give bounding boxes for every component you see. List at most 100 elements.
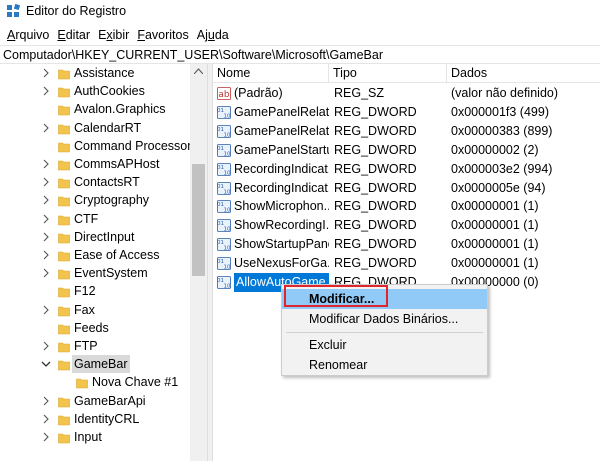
tree-node[interactable]: CalendarRT <box>0 119 190 137</box>
value-data-cell: 0x000001f3 (499) <box>451 104 549 119</box>
tree-node-label: ContactsRT <box>74 175 140 190</box>
chevron-right-icon[interactable] <box>41 428 51 446</box>
value-row[interactable]: ab (Padrão) REG_SZ (valor não definido) <box>213 84 600 103</box>
column-header-data[interactable]: Dados <box>447 64 600 83</box>
value-name: ShowMicrophon... <box>234 199 329 214</box>
tree-node-label: Command Processor <box>74 138 192 153</box>
binary-value-icon: 01 10 <box>217 276 231 290</box>
folder-icon <box>58 67 70 80</box>
tree-node[interactable]: ContactsRT <box>0 173 190 191</box>
tree-node[interactable]: Ease of Access <box>0 246 190 264</box>
tree-node[interactable]: Command Processor <box>0 137 192 155</box>
value-type-cell: REG_SZ <box>334 86 385 100</box>
tree-node[interactable]: CTF <box>0 210 190 228</box>
value-name: ShowStartupPanel <box>234 237 329 252</box>
value-name-cell: 01 10 ShowRecordingI... <box>215 216 329 235</box>
tree-node-label: GameBarApi <box>74 393 146 408</box>
tree-node[interactable]: Assistance <box>0 64 190 82</box>
context-menu-item[interactable]: Renomear <box>282 355 487 375</box>
value-data-cell: 0x00000001 (1) <box>451 256 539 271</box>
folder-icon <box>58 213 70 225</box>
chevron-right-icon[interactable] <box>41 392 51 410</box>
chevron-right-icon[interactable] <box>41 337 51 355</box>
tree-node[interactable]: Fax <box>0 301 190 319</box>
tree-node[interactable]: DirectInput <box>0 228 190 246</box>
chevron-right-icon[interactable] <box>41 228 51 246</box>
tree-node[interactable]: EventSystem <box>0 264 190 282</box>
value-row[interactable]: 01 10 RecordingIndicat... REG_DWORD 0x000000… <box>213 179 600 198</box>
tree-node[interactable]: Feeds <box>0 319 190 337</box>
column-header-type[interactable]: Tipo <box>329 64 447 83</box>
value-data-cell: 0x00000001 (1) <box>451 237 539 252</box>
chevron-right-icon[interactable] <box>41 82 51 100</box>
key-tree: Assistance AuthCookies Avalon.Graphics Cale… <box>0 64 207 461</box>
chevron-right-icon[interactable] <box>41 301 51 319</box>
folder-icon <box>58 267 70 280</box>
tree-node-label: Assistance <box>74 66 135 80</box>
tree-node[interactable]: GameBarApi <box>0 392 190 410</box>
tree-node[interactable]: AuthCookies <box>0 82 190 100</box>
menu-bar: Arquivo Editar Exibir Favoritos Ajuda <box>0 25 600 44</box>
chevron-right-icon[interactable] <box>41 191 51 209</box>
value-row[interactable]: 01 10 ShowMicrophon... REG_DWORD 0x00000001 … <box>213 197 600 216</box>
value-row[interactable]: 01 10 ShowRecordingI... REG_DWORD 0x00000001… <box>213 216 600 235</box>
svg-text:10: 10 <box>224 227 231 233</box>
tree-node-label: Nova Chave #1 <box>92 375 179 390</box>
value-row[interactable]: 0110GamePanelRelati... REG_DWORD 0x0000038… <box>213 122 600 141</box>
value-row[interactable]: 01 10 RecordingIndicat... REG_DWORD 0x000003… <box>213 160 600 179</box>
tree-node-label: EventSystem <box>74 266 148 281</box>
column-header-name[interactable]: Nome <box>213 64 329 83</box>
menu-exibir[interactable]: Exibir <box>94 28 133 42</box>
folder-icon <box>58 413 70 426</box>
chevron-right-icon[interactable] <box>41 64 51 82</box>
chevron-right-icon[interactable] <box>41 119 51 137</box>
tree-scrollbar[interactable] <box>190 64 207 461</box>
tree-node[interactable]: FTP <box>0 337 190 355</box>
tree-node[interactable]: F12 <box>0 282 190 300</box>
tree-node[interactable]: Cryptography <box>0 191 190 209</box>
value-data-cell: 0x0000005e (94) <box>451 180 546 195</box>
value-row[interactable]: 0110GamePanelRelati... REG_DWORD 0x000001f… <box>213 103 600 122</box>
svg-text:10: 10 <box>224 246 231 252</box>
value-type-cell: REG_DWORD <box>334 199 417 214</box>
context-menu-item[interactable]: Modificar Dados Binários... <box>282 309 487 329</box>
menu-editar[interactable]: Editar <box>53 28 94 42</box>
chevron-down-icon[interactable] <box>41 355 51 373</box>
value-row[interactable]: 01 10 ShowStartupPanel REG_DWORD 0x00000001 … <box>213 235 600 254</box>
chevron-right-icon[interactable] <box>41 264 51 282</box>
folder-icon <box>58 322 70 335</box>
menu-arquivo[interactable]: Arquivo <box>3 28 53 42</box>
value-type-cell: REG_DWORD <box>334 104 417 119</box>
menu-favoritos[interactable]: Favoritos <box>133 28 192 42</box>
chevron-right-icon[interactable] <box>41 246 51 264</box>
value-data-cell: 0x00000002 (2) <box>451 142 539 157</box>
chevron-right-icon[interactable] <box>41 410 51 428</box>
menu-ajuda[interactable]: Ajuda <box>193 28 233 42</box>
value-name: GamePanelStartu... <box>234 142 329 157</box>
value-type-cell: REG_DWORD <box>334 142 417 157</box>
scroll-up-arrow-icon[interactable] <box>194 68 203 74</box>
value-row[interactable]: 01 10 UseNexusForGa... REG_DWORD 0x00000001 … <box>213 254 600 273</box>
address-bar[interactable]: Computador\HKEY_CURRENT_USER\Software\Mi… <box>0 45 600 64</box>
chevron-right-icon[interactable] <box>41 173 51 191</box>
tree-node-label: Fax <box>74 302 95 317</box>
tree-node[interactable]: Input <box>0 428 190 446</box>
context-menu-item[interactable]: Excluir <box>282 335 487 355</box>
tree-node[interactable]: Nova Chave #1 <box>0 373 190 391</box>
svg-text:10: 10 <box>224 265 231 271</box>
value-row[interactable]: 0110GamePanelStartu... REG_DWORD 0x0000000… <box>213 141 600 160</box>
binary-value-icon: 01 10 <box>217 162 231 176</box>
value-name-cell: 0110GamePanelRelati... <box>215 122 329 141</box>
value-type-cell: REG_DWORD <box>334 180 417 195</box>
chevron-right-icon[interactable] <box>41 155 51 173</box>
tree-node[interactable]: Avalon.Graphics <box>0 100 190 118</box>
tree-scrollbar-thumb[interactable] <box>192 164 205 276</box>
value-name: GamePanelRelati... <box>234 123 329 138</box>
folder-icon <box>58 395 70 407</box>
tree-node[interactable]: IdentityCRL <box>0 410 190 428</box>
folder-icon <box>58 103 70 116</box>
value-type-cell: REG_DWORD <box>334 256 417 271</box>
chevron-right-icon[interactable] <box>41 210 51 228</box>
tree-node[interactable]: GameBar <box>0 355 190 374</box>
tree-node[interactable]: CommsAPHost <box>0 155 190 173</box>
